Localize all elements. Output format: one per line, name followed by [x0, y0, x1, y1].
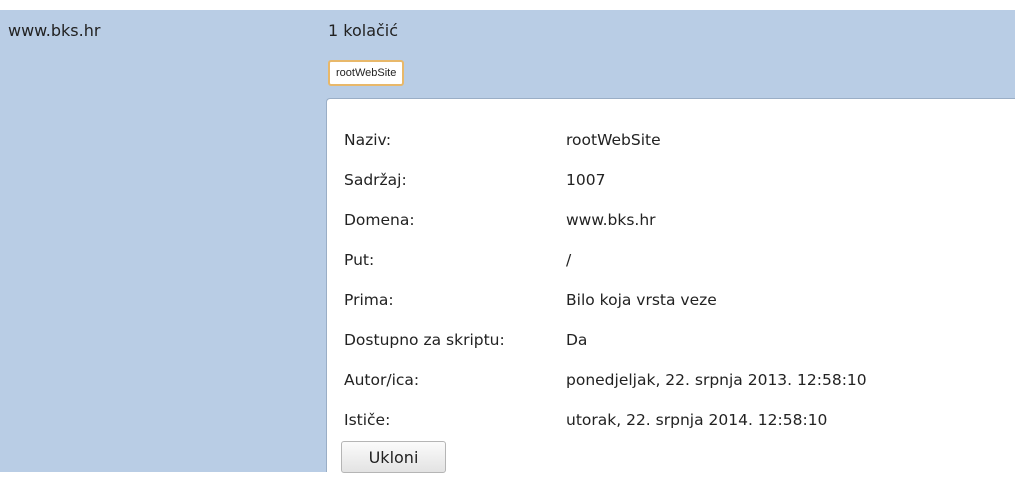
detail-value: / — [566, 251, 572, 269]
cookie-site-row[interactable]: www.bks.hr 1 kolačić rootWebSite Naziv: … — [0, 10, 1015, 473]
cookie-tag-button[interactable]: rootWebSite — [328, 60, 405, 86]
detail-value: utorak, 22. srpnja 2014. 12:58:10 — [566, 411, 828, 429]
cookie-count: 1 kolačić — [328, 21, 399, 40]
detail-label: Naziv: — [344, 131, 392, 149]
detail-value: ponedjeljak, 22. srpnja 2013. 12:58:10 — [566, 371, 867, 389]
detail-label: Dostupno za skriptu: — [344, 331, 505, 349]
detail-value: www.bks.hr — [566, 211, 656, 229]
detail-label: Prima: — [344, 291, 394, 309]
detail-label: Ističe: — [344, 411, 391, 429]
detail-value: Bilo koja vrsta veze — [566, 291, 717, 309]
detail-label: Put: — [344, 251, 375, 269]
site-domain: www.bks.hr — [8, 21, 101, 40]
detail-label: Sadržaj: — [344, 171, 407, 189]
detail-value: rootWebSite — [566, 131, 661, 149]
detail-value: Da — [566, 331, 588, 349]
remove-cookie-button[interactable]: Ukloni — [341, 441, 446, 473]
detail-label: Domena: — [344, 211, 415, 229]
cookie-details-panel: Naziv: rootWebSite Sadržaj: 1007 Domena:… — [326, 98, 1015, 473]
detail-label: Autor/ica: — [344, 371, 420, 389]
detail-value: 1007 — [566, 171, 606, 189]
